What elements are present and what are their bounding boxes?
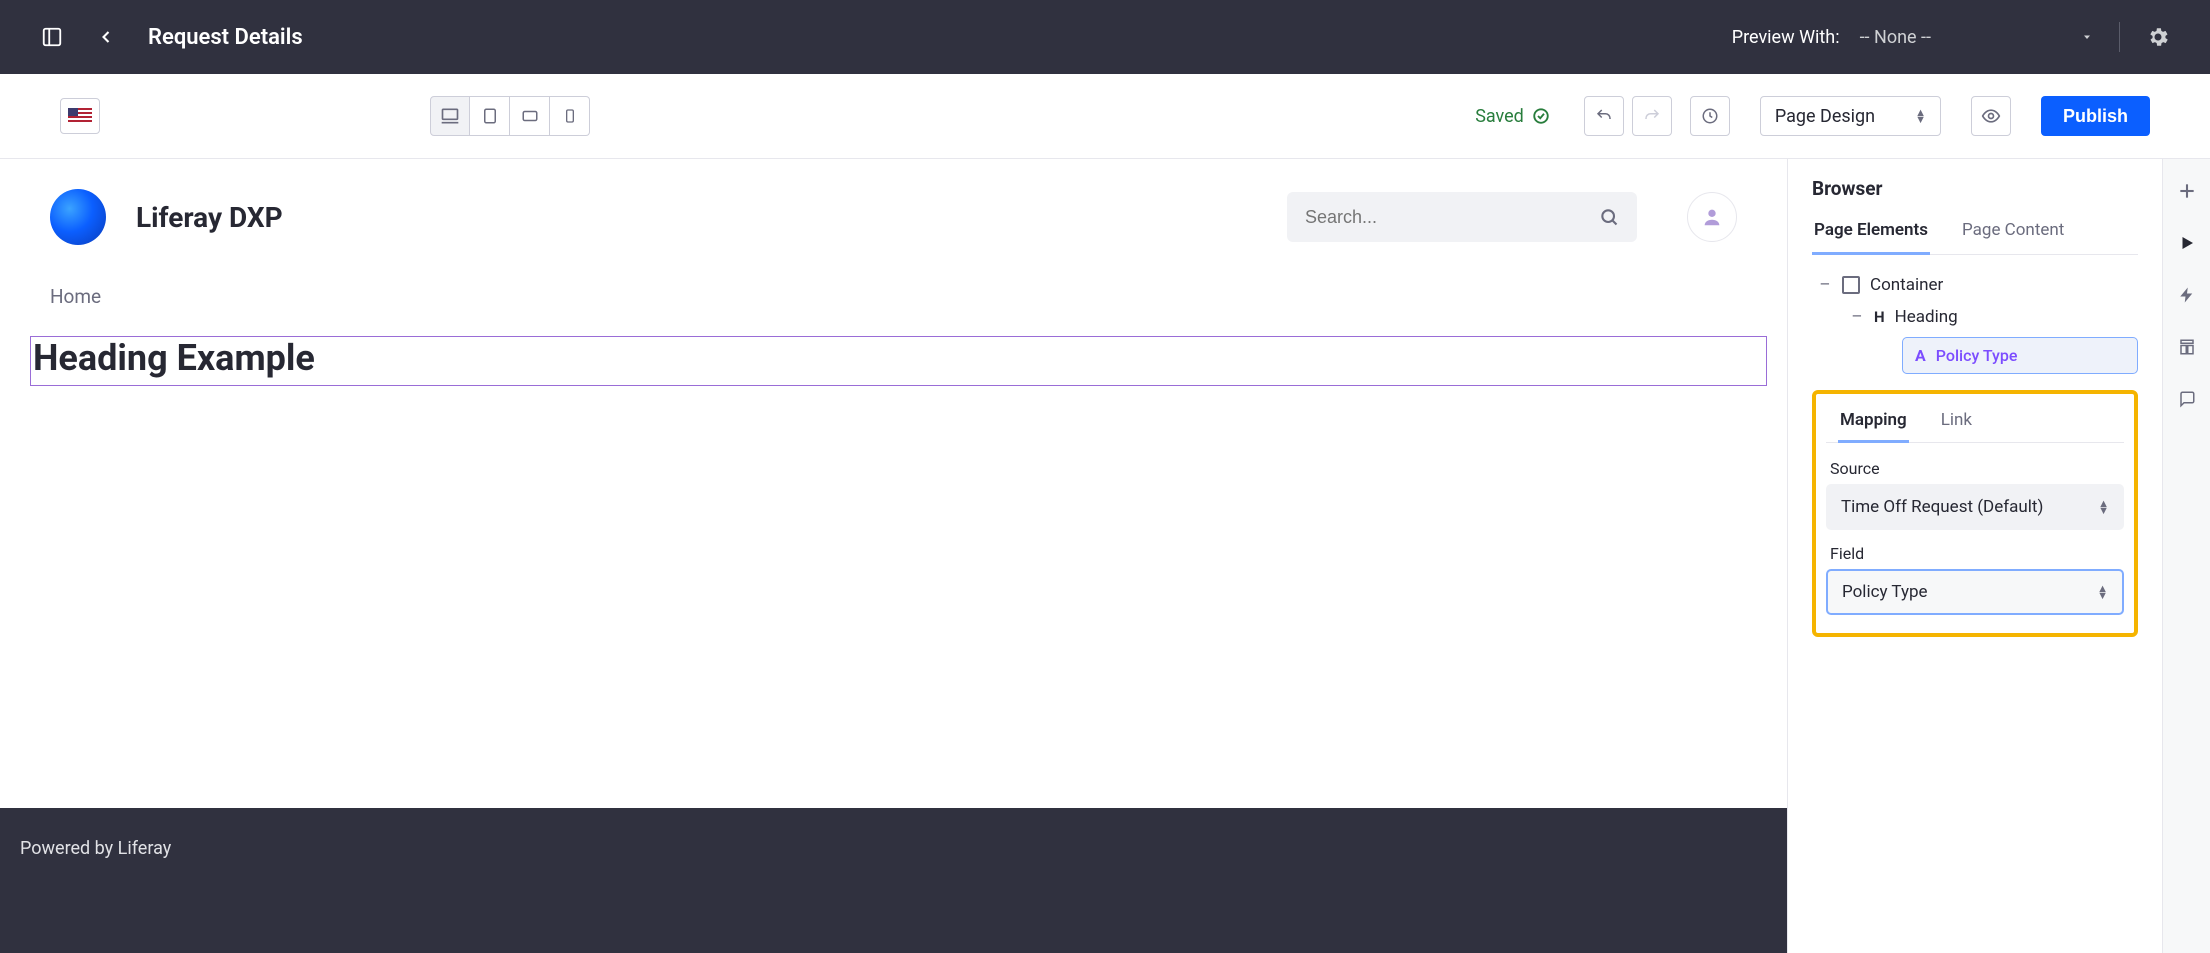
- select-stepper-icon: ▲▼: [2097, 585, 2108, 599]
- page-canvas: Liferay DXP Home Heading Example Powered…: [0, 159, 1787, 953]
- field-select[interactable]: Policy Type ▲▼: [1826, 569, 2124, 615]
- language-selector[interactable]: [60, 98, 100, 134]
- tree-node-policy-type[interactable]: A Policy Type: [1902, 337, 2138, 374]
- tree-label-container: Container: [1870, 275, 1943, 295]
- settings-icon[interactable]: [2146, 25, 2170, 49]
- side-rail: [2162, 159, 2210, 953]
- page-design-options-icon[interactable]: [2171, 279, 2203, 311]
- browser-tabs: Page Elements Page Content: [1812, 214, 2138, 255]
- preview-with-value: -- None --: [1860, 27, 1931, 48]
- source-select[interactable]: Time Off Request (Default) ▲▼: [1826, 484, 2124, 530]
- tree-node-heading[interactable]: – H Heading: [1812, 301, 2138, 333]
- text-icon: A: [1915, 346, 1926, 365]
- edit-mode-select[interactable]: Page Design ▲▼: [1760, 96, 1941, 136]
- history-button[interactable]: [1690, 96, 1730, 136]
- save-status: Saved: [1475, 106, 1550, 127]
- breadcrumb[interactable]: Home: [0, 245, 1787, 318]
- device-preview-group: [430, 96, 590, 136]
- select-stepper-icon: ▲▼: [2098, 500, 2109, 514]
- search-icon: [1599, 207, 1619, 227]
- footer-text: Powered by Liferay: [20, 838, 171, 859]
- field-label: Field: [1830, 544, 2124, 563]
- heading-fragment[interactable]: Heading Example: [30, 336, 1767, 386]
- tab-link[interactable]: Link: [1939, 406, 1974, 442]
- browser-panel-title: Browser: [1812, 177, 2138, 200]
- heading-text: Heading Example: [33, 337, 1766, 379]
- user-avatar[interactable]: [1687, 192, 1737, 242]
- preview-button[interactable]: [1971, 96, 2011, 136]
- device-phone-button[interactable]: [550, 96, 590, 136]
- tab-page-content[interactable]: Page Content: [1960, 214, 2066, 254]
- top-bar: Request Details Preview With: -- None --: [0, 0, 2210, 74]
- source-label: Source: [1830, 459, 2124, 478]
- brand-name: Liferay DXP: [136, 201, 283, 234]
- collapse-icon[interactable]: –: [1850, 307, 1864, 327]
- mapping-highlight-box: Mapping Link Source Time Off Request (De…: [1812, 390, 2138, 637]
- container-icon: [1842, 276, 1860, 294]
- tree-label-heading: Heading: [1895, 307, 1958, 327]
- select-stepper-icon: ▲▼: [1915, 109, 1926, 123]
- tab-mapping[interactable]: Mapping: [1838, 406, 1909, 443]
- device-desktop-button[interactable]: [430, 96, 470, 136]
- back-icon[interactable]: [94, 25, 118, 49]
- browser-panel: Browser Page Elements Page Content – Con…: [1787, 159, 2162, 953]
- browser-rail-icon[interactable]: [2171, 227, 2203, 259]
- brand-logo: [50, 189, 106, 245]
- field-value: Policy Type: [1842, 582, 1928, 602]
- tree-label-policy-type: Policy Type: [1936, 346, 2018, 365]
- add-fragment-icon[interactable]: [2171, 175, 2203, 207]
- redo-button[interactable]: [1632, 96, 1672, 136]
- source-value: Time Off Request (Default): [1841, 497, 2043, 517]
- heading-icon: H: [1874, 308, 1885, 326]
- comments-icon[interactable]: [2171, 383, 2203, 415]
- search-box[interactable]: [1287, 192, 1637, 242]
- workspace: Liferay DXP Home Heading Example Powered…: [0, 159, 2210, 953]
- page-structure-icon[interactable]: [2171, 331, 2203, 363]
- undo-button[interactable]: [1584, 96, 1624, 136]
- mapping-tabs: Mapping Link: [1826, 406, 2124, 443]
- tab-page-elements[interactable]: Page Elements: [1812, 214, 1930, 255]
- edit-mode-label: Page Design: [1775, 106, 1875, 127]
- page-footer: Powered by Liferay: [0, 808, 1787, 953]
- preview-with-select[interactable]: -- None --: [1860, 27, 2093, 48]
- breadcrumb-home[interactable]: Home: [50, 285, 101, 308]
- save-status-label: Saved: [1475, 106, 1524, 127]
- preview-with-label: Preview With:: [1732, 27, 1840, 48]
- device-tablet-button[interactable]: [470, 96, 510, 136]
- toolbar: Saved Page Design ▲▼ Publish: [0, 74, 2210, 159]
- sidebar-toggle-icon[interactable]: [40, 25, 64, 49]
- page-title: Request Details: [148, 25, 303, 50]
- collapse-icon[interactable]: –: [1818, 275, 1832, 295]
- search-input[interactable]: [1305, 207, 1589, 228]
- publish-button[interactable]: Publish: [2041, 96, 2150, 136]
- device-tablet-landscape-button[interactable]: [510, 96, 550, 136]
- tree-node-container[interactable]: – Container: [1812, 269, 2138, 301]
- divider: [2119, 22, 2120, 52]
